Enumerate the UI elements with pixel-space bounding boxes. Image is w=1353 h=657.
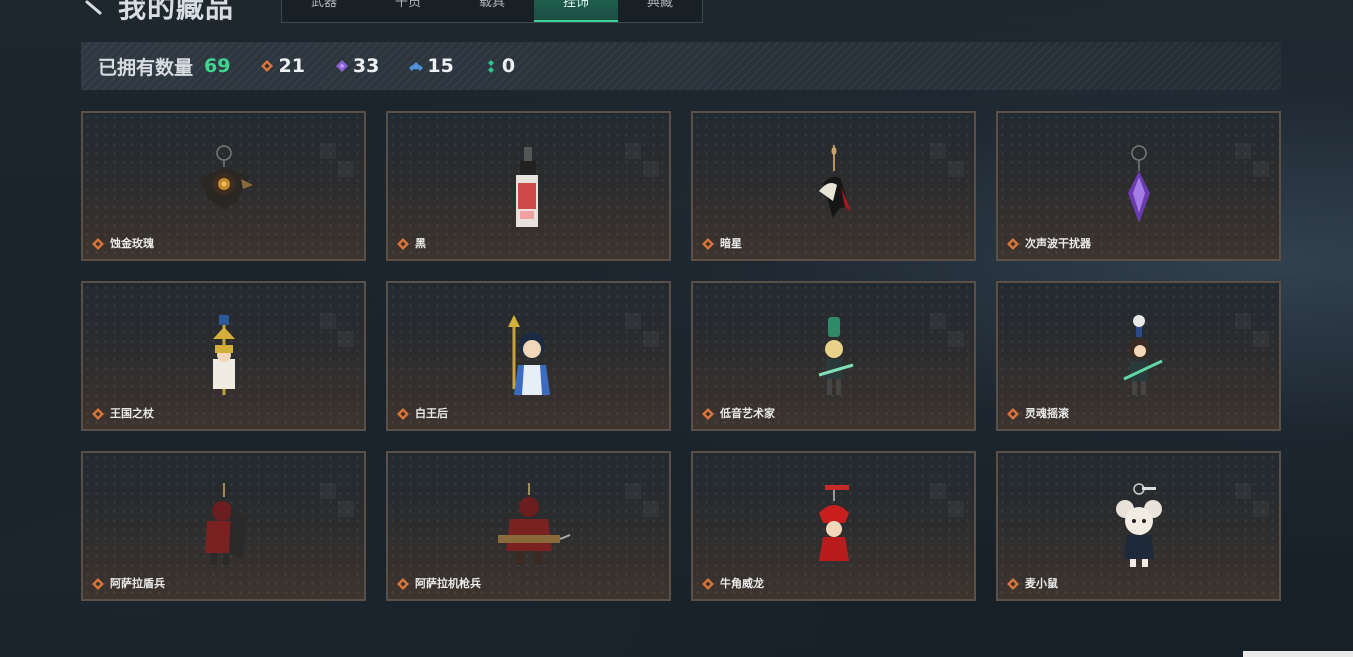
category-tabs: 武器 干员 载具 挂饰 典藏	[281, 0, 703, 23]
orange-diamond-icon	[92, 238, 104, 250]
horned-dragon-charm-icon	[818, 485, 849, 567]
card-deco	[320, 313, 354, 347]
charm-card[interactable]: 次声波干扰器	[996, 111, 1281, 261]
card-deco	[625, 143, 659, 177]
card-deco	[1235, 483, 1269, 517]
orange-diamond-icon	[1007, 408, 1019, 420]
charm-card[interactable]: 王国之杖	[81, 281, 366, 431]
charm-name: 低音艺术家	[720, 407, 775, 420]
little-mouse-charm-icon	[1115, 483, 1162, 567]
header: 我的藏品 武器 干员 载具 挂饰 典藏	[0, 0, 1353, 30]
orange-diamond-icon	[397, 408, 409, 420]
charm-name: 次声波干扰器	[1025, 237, 1091, 250]
card-deco	[930, 313, 964, 347]
dark-star-charm-icon	[818, 145, 851, 219]
charm-card[interactable]: 白王后	[386, 281, 671, 431]
green-dots-icon	[487, 60, 494, 73]
purple-diamond-icon	[335, 60, 348, 72]
rarity-count-green: 0	[501, 55, 516, 77]
scrollbar-thumb[interactable]	[1243, 651, 1353, 657]
charm-card[interactable]: 牛角威龙	[691, 451, 976, 601]
blue-diamond-icon	[409, 62, 424, 71]
orange-diamond-icon	[1007, 578, 1019, 590]
page-title: 我的藏品	[118, 0, 235, 24]
card-deco	[930, 143, 964, 177]
charm-name: 麦小鼠	[1025, 577, 1058, 590]
charm-card[interactable]: 麦小鼠	[996, 451, 1281, 601]
shield-soldier-charm-icon	[204, 483, 247, 565]
charm-card[interactable]: 蚀金玫瑰	[81, 111, 366, 261]
kingdom-scepter-charm-icon	[212, 315, 235, 395]
back-arrow-icon[interactable]	[84, 0, 104, 18]
black-device-charm-icon	[515, 147, 538, 227]
tab-operators[interactable]: 干员	[366, 0, 450, 22]
charm-card[interactable]: 低音艺术家	[691, 281, 976, 431]
rarity-stat-orange: 21	[260, 55, 305, 77]
tab-vehicles[interactable]: 载具	[450, 0, 534, 22]
charm-name: 白王后	[415, 407, 448, 420]
charm-name: 黑	[415, 237, 426, 250]
charm-name: 阿萨拉盾兵	[110, 577, 165, 590]
charm-name: 牛角威龙	[720, 577, 764, 590]
orange-diamond-icon	[702, 408, 714, 420]
rarity-stat-blue: 15	[409, 55, 454, 77]
charm-card[interactable]: 灵魂摇滚	[996, 281, 1281, 431]
orange-diamond-icon	[92, 578, 104, 590]
owned-count: 69	[204, 55, 231, 77]
card-deco	[625, 313, 659, 347]
orange-diamond-icon	[397, 238, 409, 250]
card-deco	[1235, 313, 1269, 347]
rarity-stat-purple: 33	[335, 55, 379, 77]
orange-diamond-icon	[261, 60, 274, 72]
owned-stats-bar: 已拥有数量 69 21 33 15 0	[81, 42, 1281, 90]
orange-diamond-icon	[702, 578, 714, 590]
charm-grid: 蚀金玫瑰 黑 暗星 次声波干扰器 王国之杖 白王后 低音艺术家 灵魂摇滚 阿萨拉…	[81, 111, 1281, 601]
orange-diamond-icon	[1007, 238, 1019, 250]
owned-label: 已拥有数量	[98, 56, 194, 79]
rarity-count-purple: 33	[352, 55, 380, 77]
white-queen-charm-icon	[507, 315, 550, 395]
tab-charms[interactable]: 挂饰	[534, 0, 618, 22]
rarity-count-blue: 15	[427, 55, 454, 77]
tab-collection[interactable]: 典藏	[618, 0, 702, 22]
charm-card[interactable]: 黑	[386, 111, 671, 261]
charm-card[interactable]: 阿萨拉机枪兵	[386, 451, 671, 601]
charm-name: 灵魂摇滚	[1025, 407, 1069, 420]
card-deco	[1235, 143, 1269, 177]
charm-name: 阿萨拉机枪兵	[415, 577, 481, 590]
golden-rose-charm-icon	[198, 145, 253, 209]
card-deco	[930, 483, 964, 517]
orange-diamond-icon	[702, 238, 714, 250]
charm-name: 暗星	[720, 237, 742, 250]
rarity-stat-green: 0	[484, 55, 515, 77]
card-deco	[625, 483, 659, 517]
machine-gunner-charm-icon	[497, 483, 570, 565]
charm-card[interactable]: 暗星	[691, 111, 976, 261]
charm-card[interactable]: 阿萨拉盾兵	[81, 451, 366, 601]
charm-name: 蚀金玫瑰	[110, 237, 154, 250]
purple-crystal-charm-icon	[1127, 145, 1150, 223]
rarity-count-orange: 21	[278, 55, 305, 77]
card-deco	[320, 143, 354, 177]
orange-diamond-icon	[397, 578, 409, 590]
orange-diamond-icon	[92, 408, 104, 420]
tab-weapons[interactable]: 武器	[282, 0, 366, 22]
bass-artist-charm-icon	[818, 317, 853, 395]
card-deco	[320, 483, 354, 517]
soul-rock-charm-icon	[1122, 315, 1163, 395]
charm-name: 王国之杖	[110, 407, 154, 420]
